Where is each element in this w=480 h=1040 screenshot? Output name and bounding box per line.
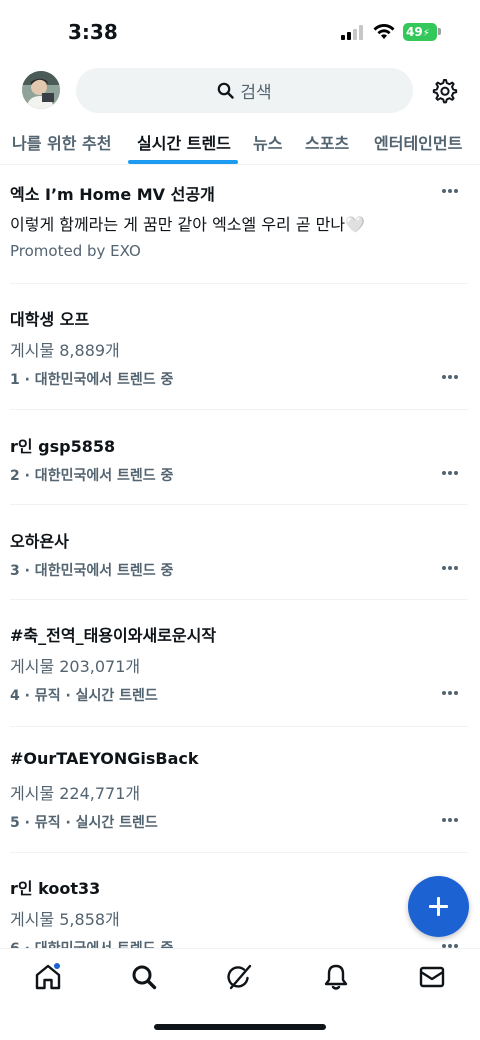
trend-post-count: 게시물 224,771개 xyxy=(10,784,141,803)
more-icon[interactable] xyxy=(440,374,460,380)
trends-feed: 엑소 I’m Home MV 선공개 이렇게 함께라는 게 꿈만 같아 엑소엘 … xyxy=(0,165,480,948)
battery-level: 49 xyxy=(406,25,423,39)
more-icon[interactable] xyxy=(440,188,460,194)
gear-icon[interactable] xyxy=(430,77,458,105)
wifi-icon xyxy=(373,24,395,39)
status-bar: 3:38 49⚡ xyxy=(0,0,480,62)
trend-meta: 3 · 대한민국에서 트렌드 중 xyxy=(10,563,174,579)
trend-title: r인 koot33 xyxy=(10,879,101,898)
home-icon[interactable] xyxy=(34,963,62,991)
trend-item[interactable]: #OurTAEYONGisBack 게시물 224,771개 5 · 뮤직 · … xyxy=(10,727,468,853)
trend-meta: 4 · 뮤직 · 실시간 트렌드 xyxy=(10,688,158,704)
compose-button[interactable] xyxy=(408,876,469,937)
promoted-title: 엑소 I’m Home MV 선공개 xyxy=(10,185,215,204)
battery-cap xyxy=(438,28,441,35)
trend-meta: 2 · 대한민국에서 트렌드 중 xyxy=(10,468,174,484)
trend-title: r인 gsp5858 xyxy=(10,437,116,456)
signal-icon xyxy=(341,25,365,40)
top-header: 검색 xyxy=(0,62,480,120)
trend-post-count: 게시물 5,858개 xyxy=(10,910,120,929)
avatar-image xyxy=(22,71,60,109)
tab-trending[interactable]: 실시간 트렌드 xyxy=(137,130,231,154)
more-icon[interactable] xyxy=(440,690,460,696)
mail-icon[interactable] xyxy=(418,963,446,991)
bell-icon[interactable] xyxy=(322,963,350,991)
trend-item[interactable]: 오하욘사 3 · 대한민국에서 트렌드 중 xyxy=(10,505,468,600)
grok-icon[interactable] xyxy=(226,963,254,991)
trend-item[interactable]: 대학생 오프 게시물 8,889개 1 · 대한민국에서 트렌드 중 xyxy=(10,284,468,410)
tab-bar: 나를 위한 추천 실시간 트렌드 뉴스 스포츠 엔터테인먼트 xyxy=(0,120,480,165)
search-icon[interactable] xyxy=(130,963,158,991)
tab-entertainment[interactable]: 엔터테인먼트 xyxy=(374,130,462,154)
search-icon xyxy=(218,82,235,99)
trend-item[interactable]: #축_전역_태용이와새로운시작 게시물 203,071개 4 · 뮤직 · 실시… xyxy=(10,600,468,727)
more-icon[interactable] xyxy=(440,817,460,823)
tab-news[interactable]: 뉴스 xyxy=(253,130,282,154)
more-icon[interactable] xyxy=(440,565,460,571)
promoted-by: Promoted by EXO xyxy=(10,242,141,260)
trend-post-count: 게시물 8,889개 xyxy=(10,341,120,360)
active-tab-indicator xyxy=(128,160,238,164)
promoted-trend[interactable]: 엑소 I’m Home MV 선공개 이렇게 함께라는 게 꿈만 같아 엑소엘 … xyxy=(10,165,468,284)
home-indicator xyxy=(154,1024,326,1030)
trend-title: 대학생 오프 xyxy=(10,310,90,329)
avatar[interactable] xyxy=(22,71,60,109)
search-input[interactable]: 검색 xyxy=(76,68,413,113)
trend-title: #축_전역_태용이와새로운시작 xyxy=(10,626,217,645)
tab-sports[interactable]: 스포츠 xyxy=(305,130,349,154)
search-placeholder: 검색 xyxy=(240,83,272,103)
promoted-text: 이렇게 함께라는 게 꿈만 같아 엑소엘 우리 곧 만나🤍 xyxy=(10,215,366,234)
tab-for-you[interactable]: 나를 위한 추천 xyxy=(12,130,111,154)
trend-meta: 1 · 대한민국에서 트렌드 중 xyxy=(10,372,174,388)
trend-title: #OurTAEYONGisBack xyxy=(10,749,199,768)
more-icon[interactable] xyxy=(440,470,460,476)
trend-meta: 5 · 뮤직 · 실시간 트렌드 xyxy=(10,815,158,831)
battery-icon: 49⚡ xyxy=(403,23,437,41)
trend-title: 오하욘사 xyxy=(10,532,69,551)
status-time: 3:38 xyxy=(68,20,118,44)
trend-item[interactable]: r인 koot33 게시물 5,858개 6 · 대한민국에서 트렌드 중 xyxy=(10,853,468,948)
trend-item[interactable]: r인 gsp5858 2 · 대한민국에서 트렌드 중 xyxy=(10,410,468,505)
trend-post-count: 게시물 203,071개 xyxy=(10,657,141,676)
trend-meta: 6 · 대한민국에서 트렌드 중 xyxy=(10,938,173,948)
